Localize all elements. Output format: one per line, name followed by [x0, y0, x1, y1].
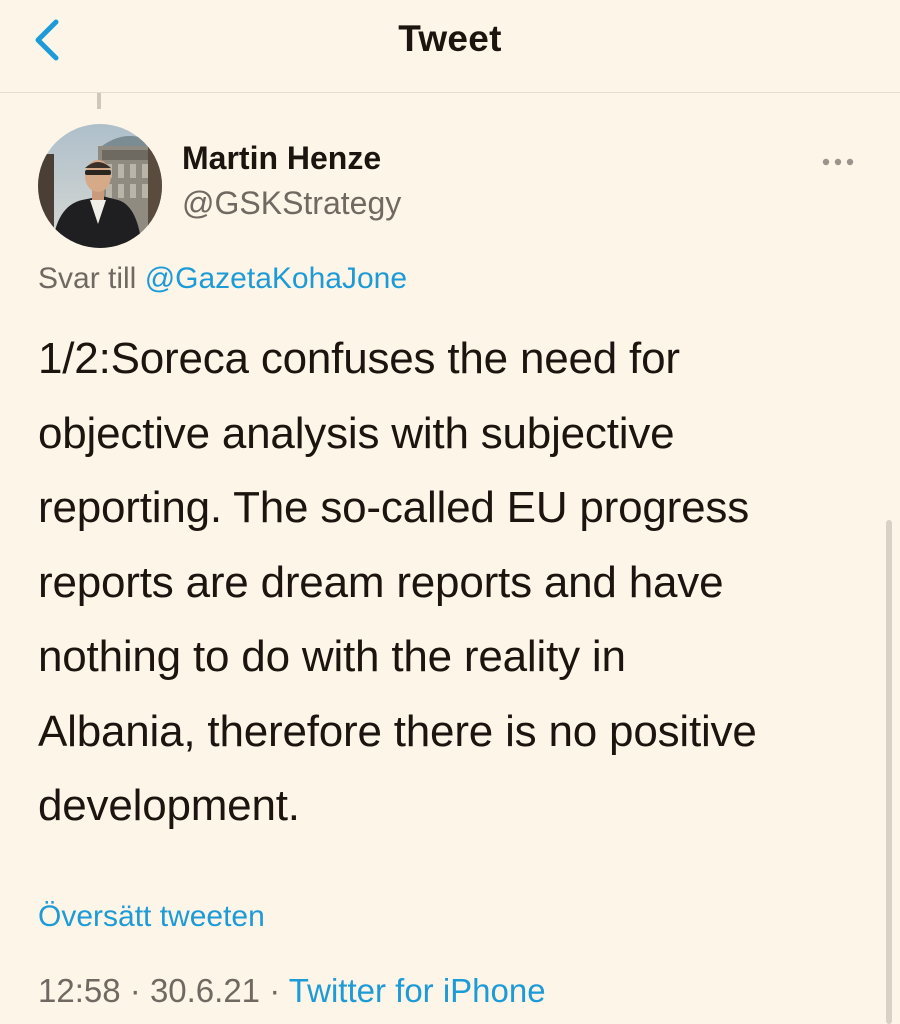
avatar-photo [38, 124, 162, 248]
meta-separator: · [129, 972, 141, 1009]
tweet-text-line: 1/2:Soreca confuses the need for [38, 334, 680, 383]
tweet-date: 30.6.21 [149, 972, 261, 1009]
tweet-text-line: nothing to do with the reality in [38, 632, 626, 681]
reply-prefix: Svar till [38, 262, 137, 295]
scrollbar[interactable] [886, 520, 892, 1024]
more-options-button[interactable] [818, 150, 862, 174]
tweet-text-line: development. [38, 781, 300, 830]
more-horizontal-icon [822, 158, 854, 166]
tweet-metadata: 12:58 · 30.6.21 · Twitter for iPhone [38, 972, 546, 1010]
tweet-text-line: reporting. The so-called EU progress [38, 483, 750, 532]
thread-connector-line [97, 93, 101, 109]
tweet-text: 1/2:Soreca confuses the need for objecti… [38, 322, 878, 844]
meta-separator: · [269, 972, 281, 1009]
tweet-source-link[interactable]: Twitter for iPhone [289, 972, 546, 1009]
tweet-text-line: objective analysis with subjective [38, 408, 675, 458]
page-title: Tweet [398, 18, 502, 59]
avatar[interactable] [38, 124, 162, 248]
translate-tweet-link[interactable]: Översätt tweeten [38, 900, 265, 934]
tweet-text-line: reports are dream reports and have [38, 557, 724, 607]
tweet-time: 12:58 [38, 972, 121, 1009]
author-handle[interactable]: @GSKStrategy [182, 185, 401, 222]
reply-target-link[interactable]: @GazetaKohaJone [145, 262, 407, 295]
reply-context: Svar till @GazetaKohaJone [38, 262, 407, 296]
top-navigation-bar: Tweet [0, 0, 900, 93]
author-name[interactable]: Martin Henze [182, 140, 381, 177]
tweet-text-line: Albania, therefore there is no positive [38, 706, 757, 756]
